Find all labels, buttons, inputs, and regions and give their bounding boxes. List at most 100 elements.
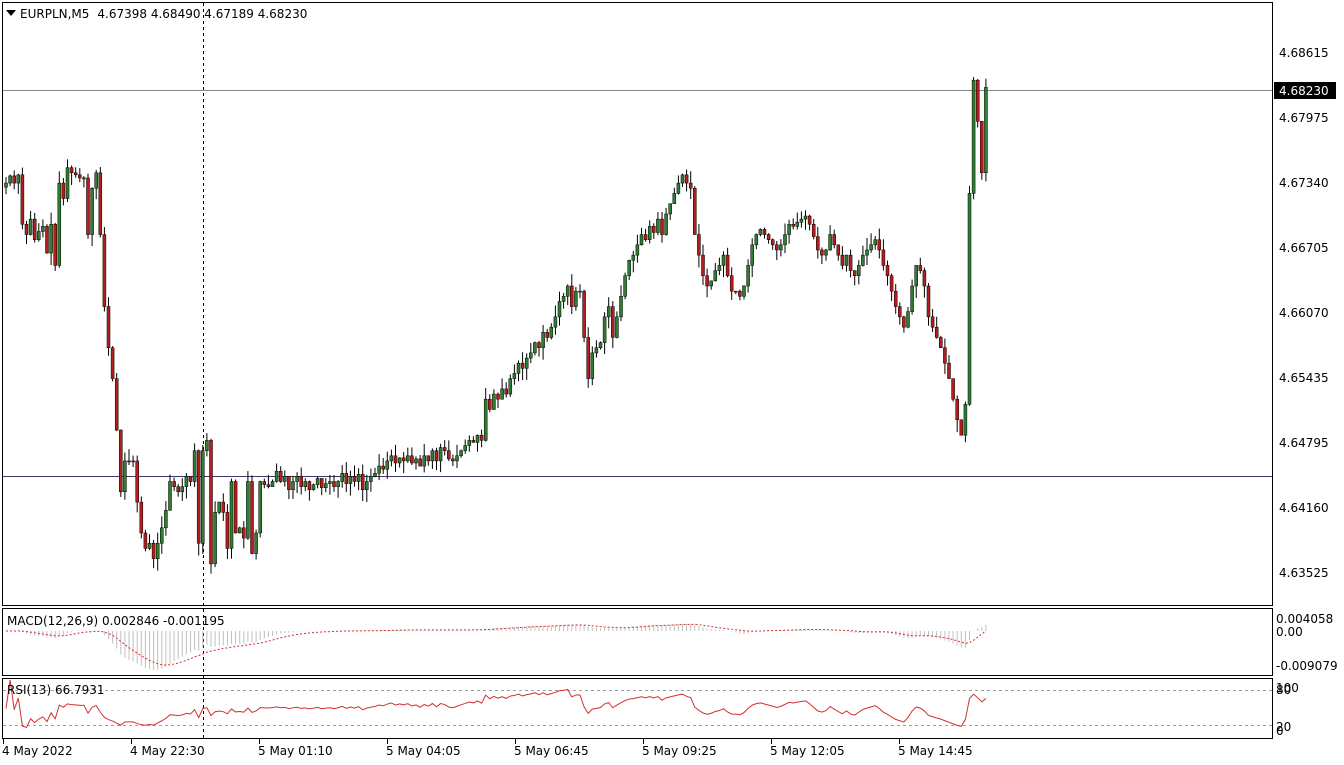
candle-down — [725, 254, 730, 276]
symbol-dropdown-icon[interactable] — [6, 10, 16, 16]
candle-down — [840, 254, 845, 266]
candle-down — [586, 337, 590, 379]
rsi-tick: 0 — [1276, 724, 1284, 738]
price-tick: 4.68615 — [1279, 46, 1329, 60]
candle-down — [20, 174, 25, 225]
candle-down — [955, 398, 959, 421]
candle-up — [549, 326, 554, 338]
time-tick: 5 May 14:45 — [898, 744, 973, 758]
candle-down — [299, 476, 303, 487]
candle-down — [893, 290, 898, 307]
candle-down — [701, 254, 705, 276]
candle-down — [877, 239, 882, 251]
candle-down — [110, 347, 115, 379]
macd-tick: -0.009079 — [1276, 659, 1338, 673]
candle-up — [365, 481, 369, 490]
candle-down — [119, 429, 123, 493]
candle-up — [865, 249, 869, 256]
candle-up — [37, 231, 41, 240]
candle-up — [4, 182, 8, 188]
candle-up — [94, 172, 98, 189]
candle-up — [274, 470, 279, 482]
candle-up — [602, 316, 607, 343]
candle-up — [963, 404, 968, 436]
candle-up — [82, 177, 86, 180]
candle-down — [943, 347, 947, 364]
candle-up — [369, 476, 373, 482]
candle-down — [611, 306, 615, 338]
candle-up — [123, 460, 127, 493]
candle-up — [237, 527, 242, 534]
candle-down — [209, 440, 213, 565]
candle-up — [508, 378, 513, 395]
candle-down — [537, 342, 541, 348]
candle-down — [442, 447, 447, 451]
candle-up — [557, 301, 562, 318]
candle-up — [627, 260, 631, 276]
price-tick: 4.64160 — [1279, 501, 1329, 515]
candle-up — [467, 440, 472, 446]
candle-up — [254, 532, 258, 554]
macd-signal-line — [5, 623, 987, 666]
candle-down — [504, 388, 508, 395]
candle-up — [656, 218, 660, 233]
candle-up — [492, 393, 496, 410]
candle-down — [221, 501, 226, 513]
candle-up — [217, 501, 221, 513]
candle-up — [356, 474, 361, 482]
candle-down — [262, 481, 267, 485]
time-tick: 5 May 09:25 — [642, 744, 717, 758]
candle-up — [389, 455, 394, 462]
candle-down — [684, 174, 689, 184]
candle-down — [705, 275, 709, 287]
candle-down — [352, 476, 357, 482]
time-tick: 5 May 01:10 — [258, 744, 333, 758]
time-tick: 4 May 22:30 — [130, 744, 205, 758]
candle-up — [857, 265, 861, 276]
candle-up — [168, 481, 172, 511]
candle-up — [127, 460, 131, 463]
candle-up — [340, 473, 344, 482]
candle-down — [151, 543, 156, 559]
candle-down — [360, 474, 365, 490]
candle-up — [668, 203, 672, 215]
candle-up — [303, 481, 308, 487]
candle-down — [697, 234, 701, 256]
price-tick: 4.66070 — [1279, 306, 1329, 320]
candle-up — [41, 226, 45, 232]
candle-up — [65, 167, 70, 199]
candle-down — [86, 177, 90, 235]
candle-up — [709, 280, 713, 287]
candle-down — [918, 265, 923, 271]
candle-up — [28, 218, 33, 235]
candle-up — [971, 79, 976, 194]
candle-down — [479, 434, 484, 441]
candle-down — [660, 218, 664, 235]
candle-up — [291, 481, 295, 490]
candle-up — [270, 481, 275, 487]
current-price-label: 4.68230 — [1279, 84, 1329, 98]
candle-up — [783, 234, 787, 246]
candle-up — [483, 398, 488, 441]
candle-down — [233, 481, 238, 534]
candle-down — [902, 316, 906, 328]
candle-down — [73, 172, 78, 176]
candle-up — [430, 450, 435, 462]
candle-up — [258, 481, 262, 534]
candle-down — [820, 249, 824, 256]
candle-down — [898, 306, 902, 318]
candle-up — [873, 239, 877, 246]
candle-down — [447, 450, 451, 460]
price-axis: 4.68615 4.67975 4.67340 4.66705 4.66070 … — [1279, 46, 1329, 580]
candle-down — [947, 362, 951, 379]
chart-canvas: EURPLN,M5 4.67398 4.68490 4.67189 4.68230… — [2, 2, 1338, 758]
time-tick: 5 May 12:05 — [770, 744, 845, 758]
candle-down — [451, 458, 455, 462]
candle-up — [529, 352, 533, 359]
candle-down — [69, 167, 74, 174]
candle-down — [61, 182, 66, 199]
time-tick: 5 May 04:05 — [386, 744, 461, 758]
candle-down — [287, 476, 291, 490]
candle-up — [615, 316, 619, 338]
candle-up — [984, 87, 988, 174]
